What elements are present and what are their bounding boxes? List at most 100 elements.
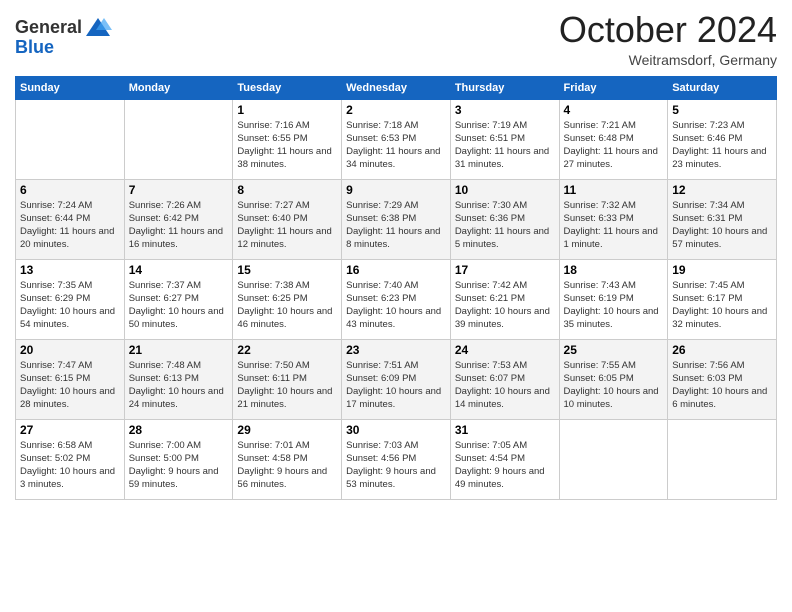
month-title: October 2024 (559, 10, 777, 50)
calendar-cell: 28 Sunrise: 7:00 AMSunset: 5:00 PMDayligh… (124, 419, 233, 499)
calendar-cell: 9 Sunrise: 7:29 AMSunset: 6:38 PMDaylight… (342, 179, 451, 259)
calendar-cell: 13 Sunrise: 7:35 AMSunset: 6:29 PMDayligh… (16, 259, 125, 339)
logo: General Blue (15, 14, 112, 58)
day-info: Sunrise: 7:51 AMSunset: 6:09 PMDaylight:… (346, 359, 446, 412)
logo-general-text: General (15, 18, 82, 38)
location: Weitramsdorf, Germany (559, 52, 777, 68)
day-info: Sunrise: 7:18 AMSunset: 6:53 PMDaylight:… (346, 119, 446, 172)
day-number: 14 (129, 263, 229, 277)
day-number: 20 (20, 343, 120, 357)
day-info: Sunrise: 7:03 AMSunset: 4:56 PMDaylight:… (346, 439, 446, 492)
calendar-cell: 5 Sunrise: 7:23 AMSunset: 6:46 PMDaylight… (668, 99, 777, 179)
day-number: 4 (564, 103, 664, 117)
day-info: Sunrise: 7:43 AMSunset: 6:19 PMDaylight:… (564, 279, 664, 332)
day-info: Sunrise: 7:16 AMSunset: 6:55 PMDaylight:… (237, 119, 337, 172)
day-info: Sunrise: 7:23 AMSunset: 6:46 PMDaylight:… (672, 119, 772, 172)
day-info: Sunrise: 7:56 AMSunset: 6:03 PMDaylight:… (672, 359, 772, 412)
day-info: Sunrise: 7:34 AMSunset: 6:31 PMDaylight:… (672, 199, 772, 252)
calendar-cell: 25 Sunrise: 7:55 AMSunset: 6:05 PMDayligh… (559, 339, 668, 419)
day-number: 21 (129, 343, 229, 357)
day-info: Sunrise: 7:26 AMSunset: 6:42 PMDaylight:… (129, 199, 229, 252)
day-info: Sunrise: 7:40 AMSunset: 6:23 PMDaylight:… (346, 279, 446, 332)
day-number: 6 (20, 183, 120, 197)
day-number: 19 (672, 263, 772, 277)
day-info: Sunrise: 7:19 AMSunset: 6:51 PMDaylight:… (455, 119, 555, 172)
day-number: 9 (346, 183, 446, 197)
day-number: 16 (346, 263, 446, 277)
day-number: 24 (455, 343, 555, 357)
calendar-cell: 23 Sunrise: 7:51 AMSunset: 6:09 PMDayligh… (342, 339, 451, 419)
day-number: 23 (346, 343, 446, 357)
day-number: 15 (237, 263, 337, 277)
day-info: Sunrise: 7:05 AMSunset: 4:54 PMDaylight:… (455, 439, 555, 492)
col-thursday: Thursday (450, 76, 559, 99)
calendar-cell: 4 Sunrise: 7:21 AMSunset: 6:48 PMDaylight… (559, 99, 668, 179)
day-info: Sunrise: 7:50 AMSunset: 6:11 PMDaylight:… (237, 359, 337, 412)
day-info: Sunrise: 7:55 AMSunset: 6:05 PMDaylight:… (564, 359, 664, 412)
day-info: Sunrise: 7:38 AMSunset: 6:25 PMDaylight:… (237, 279, 337, 332)
day-number: 28 (129, 423, 229, 437)
col-tuesday: Tuesday (233, 76, 342, 99)
calendar-cell: 22 Sunrise: 7:50 AMSunset: 6:11 PMDayligh… (233, 339, 342, 419)
day-info: Sunrise: 7:35 AMSunset: 6:29 PMDaylight:… (20, 279, 120, 332)
calendar-cell (124, 99, 233, 179)
day-number: 2 (346, 103, 446, 117)
day-info: Sunrise: 7:29 AMSunset: 6:38 PMDaylight:… (346, 199, 446, 252)
col-saturday: Saturday (668, 76, 777, 99)
day-number: 8 (237, 183, 337, 197)
calendar-table: Sunday Monday Tuesday Wednesday Thursday… (15, 76, 777, 500)
calendar-cell: 29 Sunrise: 7:01 AMSunset: 4:58 PMDayligh… (233, 419, 342, 499)
header: General Blue October 2024 Weitramsdorf, … (15, 10, 777, 68)
day-number: 10 (455, 183, 555, 197)
calendar-cell: 30 Sunrise: 7:03 AMSunset: 4:56 PMDayligh… (342, 419, 451, 499)
day-number: 17 (455, 263, 555, 277)
day-number: 13 (20, 263, 120, 277)
day-info: Sunrise: 7:53 AMSunset: 6:07 PMDaylight:… (455, 359, 555, 412)
calendar-week-1: 1 Sunrise: 7:16 AMSunset: 6:55 PMDaylight… (16, 99, 777, 179)
calendar-cell: 6 Sunrise: 7:24 AMSunset: 6:44 PMDaylight… (16, 179, 125, 259)
day-number: 11 (564, 183, 664, 197)
day-info: Sunrise: 6:58 AMSunset: 5:02 PMDaylight:… (20, 439, 120, 492)
calendar-cell: 11 Sunrise: 7:32 AMSunset: 6:33 PMDayligh… (559, 179, 668, 259)
day-number: 1 (237, 103, 337, 117)
calendar-cell: 19 Sunrise: 7:45 AMSunset: 6:17 PMDayligh… (668, 259, 777, 339)
calendar-cell: 17Sunrise: 7:42 AMSunset: 6:21 PMDayligh… (450, 259, 559, 339)
calendar-cell (559, 419, 668, 499)
col-sunday: Sunday (16, 76, 125, 99)
calendar-cell: 27Sunrise: 6:58 AMSunset: 5:02 PMDayligh… (16, 419, 125, 499)
day-number: 12 (672, 183, 772, 197)
calendar-week-2: 6 Sunrise: 7:24 AMSunset: 6:44 PMDaylight… (16, 179, 777, 259)
calendar-week-4: 20 Sunrise: 7:47 AMSunset: 6:15 PMDayligh… (16, 339, 777, 419)
col-friday: Friday (559, 76, 668, 99)
logo-icon (84, 14, 112, 42)
calendar-cell: 31Sunrise: 7:05 AMSunset: 4:54 PMDayligh… (450, 419, 559, 499)
calendar-cell: 18 Sunrise: 7:43 AMSunset: 6:19 PMDayligh… (559, 259, 668, 339)
calendar-cell: 2 Sunrise: 7:18 AMSunset: 6:53 PMDaylight… (342, 99, 451, 179)
day-info: Sunrise: 7:00 AMSunset: 5:00 PMDaylight:… (129, 439, 229, 492)
day-number: 25 (564, 343, 664, 357)
day-number: 5 (672, 103, 772, 117)
day-number: 30 (346, 423, 446, 437)
day-number: 18 (564, 263, 664, 277)
calendar-cell: 14 Sunrise: 7:37 AMSunset: 6:27 PMDayligh… (124, 259, 233, 339)
day-number: 26 (672, 343, 772, 357)
day-info: Sunrise: 7:27 AMSunset: 6:40 PMDaylight:… (237, 199, 337, 252)
day-info: Sunrise: 7:32 AMSunset: 6:33 PMDaylight:… (564, 199, 664, 252)
day-info: Sunrise: 7:21 AMSunset: 6:48 PMDaylight:… (564, 119, 664, 172)
day-info: Sunrise: 7:47 AMSunset: 6:15 PMDaylight:… (20, 359, 120, 412)
day-info: Sunrise: 7:37 AMSunset: 6:27 PMDaylight:… (129, 279, 229, 332)
calendar-cell: 3 Sunrise: 7:19 AMSunset: 6:51 PMDaylight… (450, 99, 559, 179)
day-number: 3 (455, 103, 555, 117)
day-info: Sunrise: 7:01 AMSunset: 4:58 PMDaylight:… (237, 439, 337, 492)
day-number: 22 (237, 343, 337, 357)
calendar-header-row: Sunday Monday Tuesday Wednesday Thursday… (16, 76, 777, 99)
calendar-cell (668, 419, 777, 499)
calendar-cell: 15 Sunrise: 7:38 AMSunset: 6:25 PMDayligh… (233, 259, 342, 339)
calendar-cell: 10 Sunrise: 7:30 AMSunset: 6:36 PMDayligh… (450, 179, 559, 259)
day-info: Sunrise: 7:45 AMSunset: 6:17 PMDaylight:… (672, 279, 772, 332)
day-info: Sunrise: 7:24 AMSunset: 6:44 PMDaylight:… (20, 199, 120, 252)
day-number: 29 (237, 423, 337, 437)
day-info: Sunrise: 7:48 AMSunset: 6:13 PMDaylight:… (129, 359, 229, 412)
day-info: Sunrise: 7:30 AMSunset: 6:36 PMDaylight:… (455, 199, 555, 252)
col-wednesday: Wednesday (342, 76, 451, 99)
